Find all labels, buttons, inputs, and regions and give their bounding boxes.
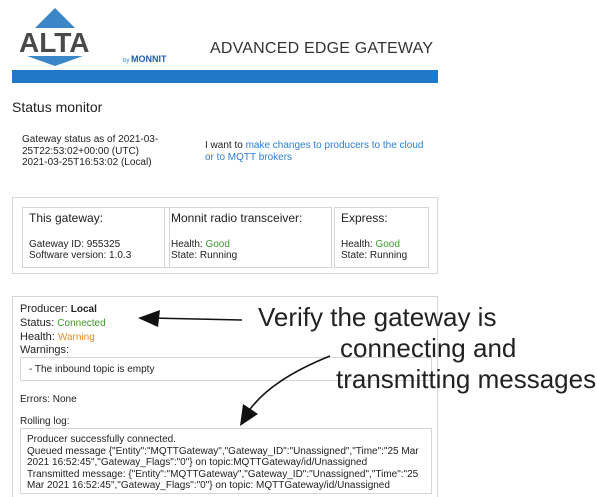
annotation-arrows (138, 310, 331, 426)
annotation-text: Verify the gateway is (258, 302, 497, 332)
annotation-text: transmitting messages. (336, 364, 597, 394)
annotation-text: connecting and (340, 333, 517, 363)
arrow-to-status-line (149, 317, 243, 321)
arrow-to-log-line (247, 355, 331, 413)
arrow-head-icon (138, 310, 160, 327)
arrow-head-icon (240, 404, 258, 426)
